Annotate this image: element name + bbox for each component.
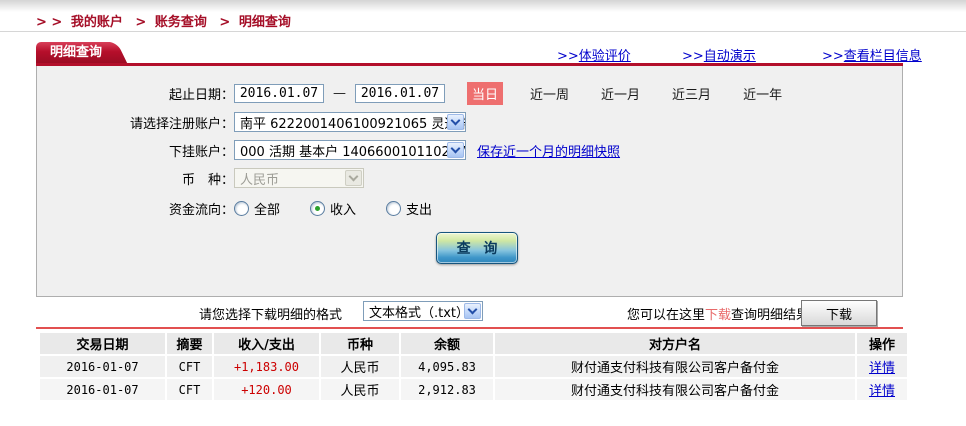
flow-option-expense[interactable]: 支出 (386, 199, 432, 218)
date-separator: — (333, 86, 346, 101)
cell-amount: +1,183.00 (214, 356, 319, 377)
currency-select-disabled: 人民币 (234, 168, 364, 188)
currency-label: 币 种： (37, 169, 234, 188)
col-header-summary: 摘要 (167, 333, 212, 354)
cell-date: 2016-01-07 (40, 379, 165, 400)
flow-option-expense-label: 支出 (406, 199, 432, 218)
download-format-select[interactable]: 文本格式（.txt） (363, 301, 483, 321)
date-range-row: 起止日期： — 当日 近一周 近一月 近三月 近一年 (37, 82, 902, 104)
flow-option-income[interactable]: 收入 (310, 199, 356, 218)
radio-icon[interactable] (234, 201, 249, 216)
cell-currency: 人民币 (321, 356, 399, 377)
link-auto-demo[interactable]: >>自动演示 (682, 45, 756, 64)
breadcrumb-item-account-query[interactable]: 账务查询 (155, 15, 207, 30)
cell-amount: +120.00 (214, 379, 319, 400)
account-select-value: 南平 6222001406100921065 灵通卡 (240, 113, 466, 132)
sub-account-label: 下挂账户： (37, 141, 234, 160)
chevron-down-icon[interactable] (447, 142, 464, 158)
cell-summary: CFT (167, 356, 212, 377)
table-row: 2016-01-07 CFT +120.00 人民币 2,912.83 财付通支… (40, 379, 907, 400)
col-header-action: 操作 (857, 333, 907, 354)
query-button[interactable]: 查 询 (436, 232, 518, 264)
date-range-label: 起止日期： (37, 84, 234, 103)
chevron-down-icon (345, 170, 362, 186)
table-row: 2016-01-07 CFT +1,183.00 人民币 4,095.83 财付… (40, 356, 907, 377)
breadcrumb-item-detail-query: 明细查询 (239, 15, 291, 30)
date-from-input[interactable] (234, 84, 324, 103)
col-header-currency: 币种 (321, 333, 399, 354)
download-format-label: 请您选择下载明细的格式 (199, 304, 342, 323)
transactions-table: 交易日期 摘要 收入/支出 币种 余额 对方户名 操作 2016-01-07 C… (38, 331, 909, 402)
cell-balance: 2,912.83 (401, 379, 493, 400)
currency-select-value: 人民币 (240, 169, 279, 188)
col-header-balance: 余额 (401, 333, 493, 354)
flow-option-income-label: 收入 (330, 199, 356, 218)
col-header-date: 交易日期 (40, 333, 165, 354)
download-row: 请您选择下载明细的格式 文本格式（.txt） 您可以在这里下载查询明细结果 下载 (0, 300, 966, 326)
download-hint-after: 查询明细结果 (731, 308, 809, 323)
breadcrumb-separator: > (135, 15, 146, 30)
quick-range-month[interactable]: 近一月 (596, 82, 645, 105)
flow-option-all-label: 全部 (254, 199, 280, 218)
quick-range-year[interactable]: 近一年 (738, 82, 787, 105)
fund-flow-label: 资金流向： (37, 199, 234, 218)
table-top-red-line (36, 327, 903, 329)
top-links: >>体验评价 >>自动演示 >>查看栏目信息 (0, 45, 903, 63)
link-experience-rating[interactable]: >>体验评价 (557, 45, 631, 64)
link-view-column-info[interactable]: >>查看栏目信息 (822, 45, 922, 64)
tab-detail-query[interactable]: 明细查询 (36, 42, 110, 63)
breadcrumb-item-my-account[interactable]: 我的账户 (71, 15, 123, 30)
cell-summary: CFT (167, 379, 212, 400)
download-format-value: 文本格式（.txt） (369, 302, 469, 321)
account-row: 请选择注册账户： 南平 6222001406100921065 灵通卡 (37, 111, 902, 133)
col-header-amount: 收入/支出 (214, 333, 319, 354)
cell-counterparty: 财付通支付科技有限公司客户备付金 (495, 379, 855, 400)
breadcrumb-separator: > (219, 15, 230, 30)
download-hint: 您可以在这里下载查询明细结果 (627, 304, 809, 323)
download-hint-before: 您可以在这里 (627, 308, 705, 323)
cell-date: 2016-01-07 (40, 356, 165, 377)
fund-flow-row: 资金流向： 全部 收入 支出 (37, 197, 902, 219)
quick-range-today[interactable]: 当日 (467, 82, 503, 105)
radio-icon[interactable] (310, 201, 325, 216)
breadcrumb-prefix: > > (36, 15, 62, 30)
detail-link[interactable]: 详情 (869, 384, 895, 399)
detail-query-page: > > 我的账户 > 账务查询 > 明细查询 明细查询 >>体验评价 >>自动演… (0, 0, 966, 426)
radio-icon[interactable] (386, 201, 401, 216)
cell-currency: 人民币 (321, 379, 399, 400)
date-to-input[interactable] (355, 84, 445, 103)
divider-line (0, 31, 966, 32)
col-header-counterparty: 对方户名 (495, 333, 855, 354)
currency-row: 币 种： 人民币 (37, 167, 902, 189)
detail-link[interactable]: 详情 (869, 361, 895, 376)
sub-account-row: 下挂账户： 000 活期 基本户 1406600101102571848 保存近… (37, 139, 902, 161)
sub-account-select[interactable]: 000 活期 基本户 1406600101102571848 (234, 140, 466, 160)
cell-balance: 4,095.83 (401, 356, 493, 377)
breadcrumb: > > 我的账户 > 账务查询 > 明细查询 (36, 11, 295, 30)
snapshot-link[interactable]: 保存近一个月的明细快照 (477, 141, 620, 160)
quick-range-week[interactable]: 近一周 (525, 82, 574, 105)
quick-range-quarter[interactable]: 近三月 (667, 82, 716, 105)
chevron-down-icon[interactable] (464, 303, 481, 319)
chevron-down-icon[interactable] (447, 114, 464, 130)
query-form-panel: 起止日期： — 当日 近一周 近一月 近三月 近一年 请选择注册账户： 南平 6… (36, 66, 903, 297)
account-label: 请选择注册账户： (37, 113, 234, 132)
table-header-row: 交易日期 摘要 收入/支出 币种 余额 对方户名 操作 (40, 333, 907, 354)
download-hint-highlight: 下载 (705, 308, 731, 323)
flow-option-all[interactable]: 全部 (234, 199, 280, 218)
download-button[interactable]: 下载 (801, 300, 877, 326)
account-select[interactable]: 南平 6222001406100921065 灵通卡 (234, 112, 466, 132)
cell-counterparty: 财付通支付科技有限公司客户备付金 (495, 356, 855, 377)
sub-account-select-value: 000 活期 基本户 1406600101102571848 (240, 141, 466, 160)
